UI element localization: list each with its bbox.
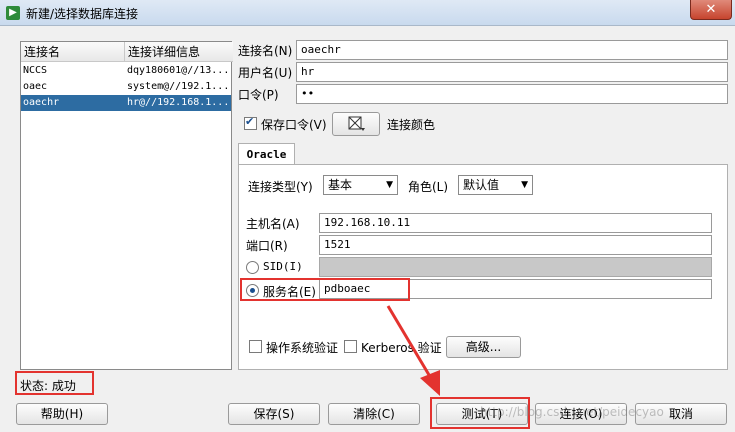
color-swatch-icon [348, 116, 365, 131]
service-name-highlight [240, 278, 410, 301]
watermark: http://blog.csdn.net/peidecyao [480, 405, 664, 419]
role-select[interactable]: 默认值 ▼ [458, 175, 533, 195]
chevron-down-icon: ▼ [521, 180, 528, 190]
connection-list[interactable]: 连接名 连接详细信息 NCCS dqy180601@//13... oaec s… [20, 41, 233, 370]
role-value: 默认值 [463, 178, 500, 192]
save-password-label: 保存口令(V) [261, 118, 327, 132]
conn-name-label: 连接名(N) [238, 44, 293, 58]
role-label: 角色(L) [408, 180, 449, 194]
list-item-detail: system@//192.1... [127, 81, 229, 92]
conn-type-value: 基本 [328, 178, 353, 192]
chevron-down-icon: ▼ [386, 180, 393, 190]
clear-button[interactable]: 清除(C) [328, 403, 420, 425]
port-label: 端口(R) [246, 239, 288, 253]
sid-radio[interactable] [246, 261, 259, 274]
conn-name-field[interactable]: oaechr [296, 40, 728, 60]
conn-type-select[interactable]: 基本 ▼ [323, 175, 398, 195]
os-auth-checkbox[interactable] [249, 340, 262, 353]
list-item-name: oaec [23, 81, 48, 92]
advanced-button[interactable]: 高级... [446, 336, 521, 358]
list-item-detail: dqy180601@//13... [127, 65, 229, 76]
annotation-arrow [386, 305, 440, 396]
window-title: 新建/选择数据库连接 [26, 7, 139, 21]
sid-field [319, 257, 712, 277]
list-item-name: NCCS [23, 65, 48, 76]
list-item[interactable]: oaec system@//192.1... [21, 79, 231, 95]
user-label: 用户名(U) [238, 66, 293, 80]
host-field[interactable]: 192.168.10.11 [319, 213, 712, 233]
sid-label: SID(I) [263, 260, 303, 273]
list-header-detail[interactable]: 连接详细信息 [125, 42, 233, 62]
password-field[interactable]: •• [296, 84, 728, 104]
status-highlight [15, 371, 94, 395]
color-picker-button[interactable] [332, 112, 380, 136]
list-item[interactable]: NCCS dqy180601@//13... [21, 63, 231, 79]
close-icon[interactable]: ✕ [690, 0, 732, 20]
password-label: 口令(P) [238, 88, 279, 102]
username-field[interactable]: hr [296, 62, 728, 82]
save-button[interactable]: 保存(S) [228, 403, 320, 425]
host-label: 主机名(A) [246, 217, 300, 231]
list-item-name: oaechr [23, 97, 60, 108]
list-item-selected[interactable]: oaechr hr@//192.168.1... [21, 95, 231, 111]
port-field[interactable]: 1521 [319, 235, 712, 255]
list-item-detail: hr@//192.168.1... [127, 97, 229, 108]
save-password-checkbox[interactable] [244, 115, 257, 130]
tab-oracle[interactable]: Oracle [238, 143, 295, 165]
app-icon: ▶ [6, 6, 20, 20]
help-button[interactable]: 帮助(H) [16, 403, 108, 425]
conn-type-label: 连接类型(Y) [248, 180, 313, 194]
list-header-name[interactable]: 连接名 [21, 42, 125, 62]
os-auth-label: 操作系统验证 [266, 341, 339, 355]
kerberos-checkbox[interactable] [344, 340, 357, 353]
connection-color-label: 连接颜色 [387, 118, 436, 132]
